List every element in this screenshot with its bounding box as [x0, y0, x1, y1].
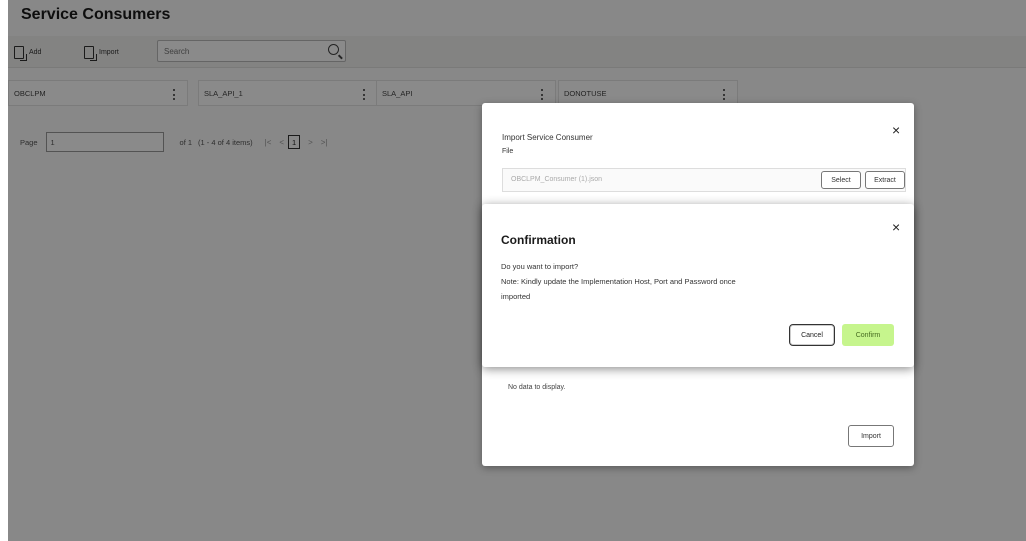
- select-button[interactable]: Select: [821, 171, 861, 189]
- extract-button[interactable]: Extract: [865, 171, 905, 189]
- import-dialog-title: Import Service Consumer: [502, 133, 593, 142]
- file-name: OBCLPM_Consumer (1).json: [511, 176, 603, 183]
- no-data-message: No data to display.: [508, 384, 566, 391]
- import-submit-button[interactable]: Import: [848, 425, 894, 447]
- file-label: File: [502, 148, 514, 155]
- confirmation-dialog: × Confirmation Do you want to import? No…: [482, 204, 914, 367]
- cancel-button[interactable]: Cancel: [789, 324, 835, 346]
- file-field: OBCLPM_Consumer (1).json Select Extract: [502, 168, 906, 192]
- confirmation-note-continued: imported: [501, 292, 531, 301]
- confirmation-note: Note: Kindly update the Implementation H…: [501, 277, 736, 286]
- close-icon[interactable]: ×: [892, 220, 900, 234]
- confirmation-title: Confirmation: [501, 233, 576, 247]
- confirm-button[interactable]: Confirm: [842, 324, 894, 346]
- confirmation-question: Do you want to import?: [501, 262, 579, 271]
- close-icon[interactable]: ×: [892, 123, 900, 137]
